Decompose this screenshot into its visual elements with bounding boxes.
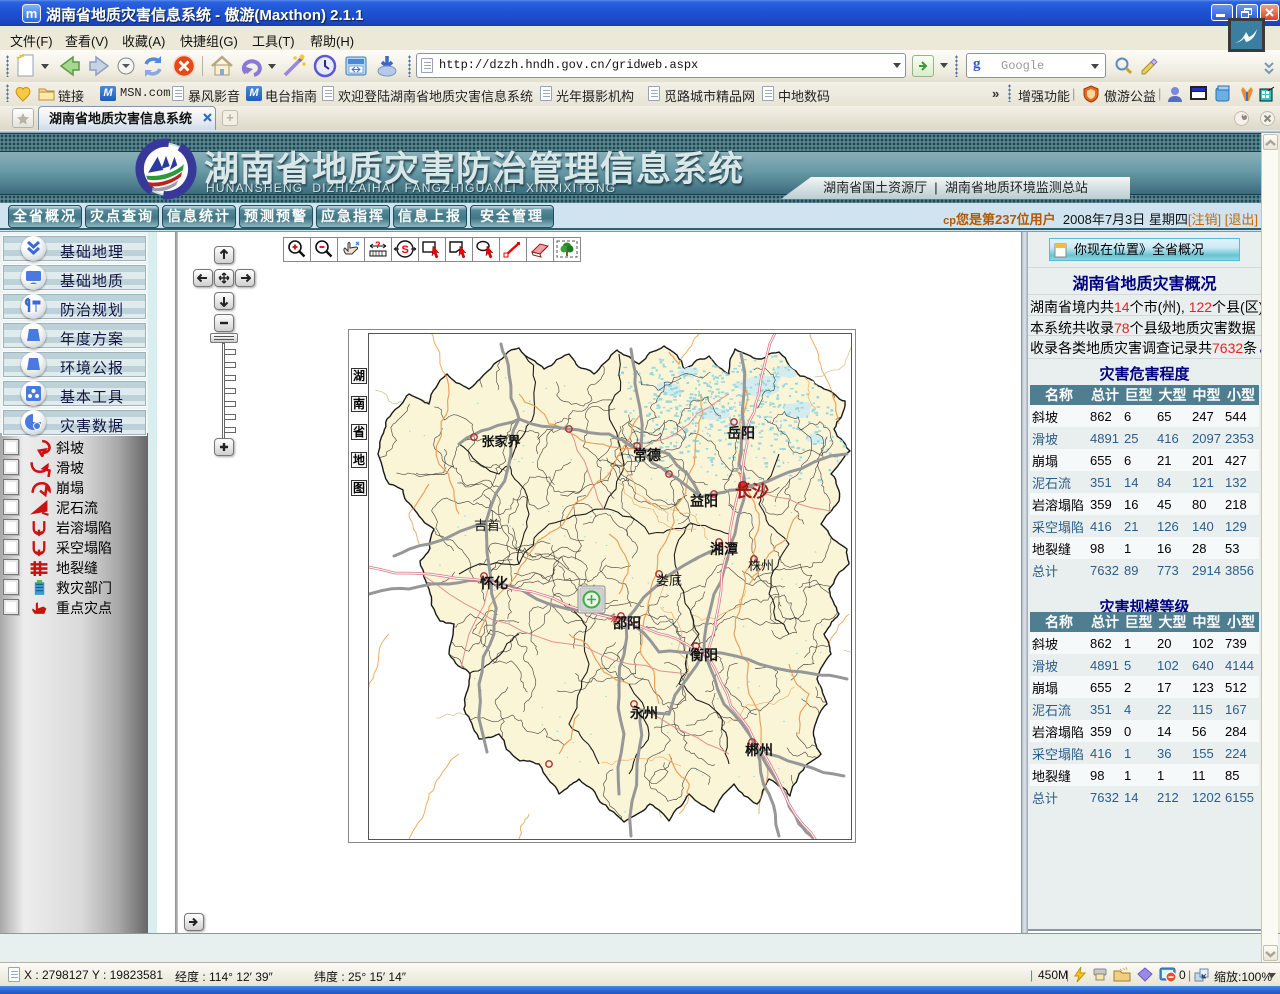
svg-text:株州: 株州 — [748, 558, 774, 573]
svg-text:岳阳: 岳阳 — [727, 425, 755, 441]
svg-text:怀化: 怀化 — [480, 575, 508, 591]
svg-text:湘潭: 湘潭 — [710, 541, 738, 557]
svg-text:常德: 常德 — [633, 447, 661, 463]
svg-text:益阳: 益阳 — [690, 493, 718, 509]
svg-text:张家界: 张家界 — [481, 434, 520, 449]
svg-text:衡阳: 衡阳 — [690, 647, 718, 663]
svg-text:S: S — [402, 244, 409, 256]
svg-text:?: ? — [375, 240, 381, 250]
svg-text:永州: 永州 — [629, 705, 658, 721]
svg-text:长沙: 长沙 — [735, 481, 769, 501]
svg-text:郴州: 郴州 — [745, 742, 773, 758]
svg-text:邵阳: 邵阳 — [612, 615, 641, 631]
svg-text:娄底: 娄底 — [656, 573, 682, 588]
svg-text:吉首: 吉首 — [474, 518, 500, 533]
